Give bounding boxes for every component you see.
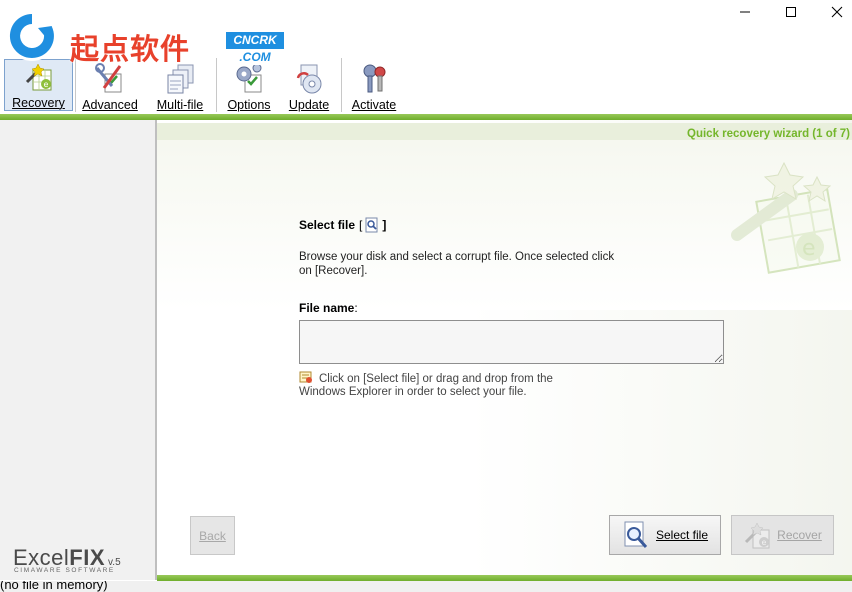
update-disc-icon [293, 60, 325, 94]
back-button[interactable]: Back [190, 516, 235, 555]
maximize-button[interactable] [768, 0, 814, 24]
close-button[interactable] [814, 0, 852, 24]
product-brand: ExcelFIX v.5 CIMAWARE SOFTWARE [13, 545, 121, 574]
watermark-circle-icon [7, 11, 57, 61]
svg-text:e: e [762, 538, 767, 547]
minimize-icon [740, 11, 750, 13]
magnifier-file-icon [624, 521, 648, 548]
file-name-input[interactable] [299, 320, 724, 364]
select-file-heading: Select file [ ] [299, 217, 387, 233]
left-panel: ExcelFIX v.5 CIMAWARE SOFTWARE [0, 120, 157, 580]
select-file-description: Browse your disk and select a corrupt fi… [299, 251, 615, 277]
recovery-wand-large-icon: e [731, 161, 841, 274]
close-icon [831, 6, 843, 18]
toolbar-options-button[interactable]: Options [221, 60, 277, 114]
recover-button[interactable]: e Recover [731, 515, 834, 555]
status-bar: (no file in memory) [0, 581, 852, 592]
browse-file-icon [365, 217, 378, 233]
maximize-icon [786, 7, 796, 17]
toolbar-activate-button[interactable]: Activate [346, 60, 402, 114]
wizard-panel: Quick recovery wizard (1 of 7) e Select … [157, 120, 852, 575]
status-text: (no file in memory) [0, 581, 108, 592]
watermark-badge: CNCRK .COM [226, 32, 284, 66]
svg-text:e: e [43, 80, 48, 89]
recover-wand-icon: e [745, 522, 770, 549]
watermark-text: 起点软件 [70, 32, 191, 66]
minimize-button[interactable] [722, 0, 768, 24]
svg-text:e: e [802, 236, 816, 261]
toolbar-separator [341, 58, 342, 112]
toolbar-update-button[interactable]: Update [283, 60, 335, 114]
toolbar-advanced-button[interactable]: Advanced [78, 60, 142, 114]
select-file-hint: Click on [Select file] or drag and drop … [299, 370, 599, 399]
activate-keys-icon [358, 60, 390, 94]
select-file-button[interactable]: Select file [609, 515, 721, 555]
toolbar-multifile-button[interactable]: Multi-file [150, 60, 210, 114]
toolbar-recovery-button[interactable]: e Recovery [4, 59, 73, 111]
wizard-title: Quick recovery wizard (1 of 7) [687, 128, 850, 140]
wizard-header: Quick recovery wizard (1 of 7) [157, 123, 852, 140]
toolbar-separator [216, 58, 217, 112]
file-name-label: File name: [299, 301, 358, 315]
site-watermark: 起点软件 CNCRK .COM [0, 2, 290, 66]
hint-note-icon [299, 371, 312, 383]
